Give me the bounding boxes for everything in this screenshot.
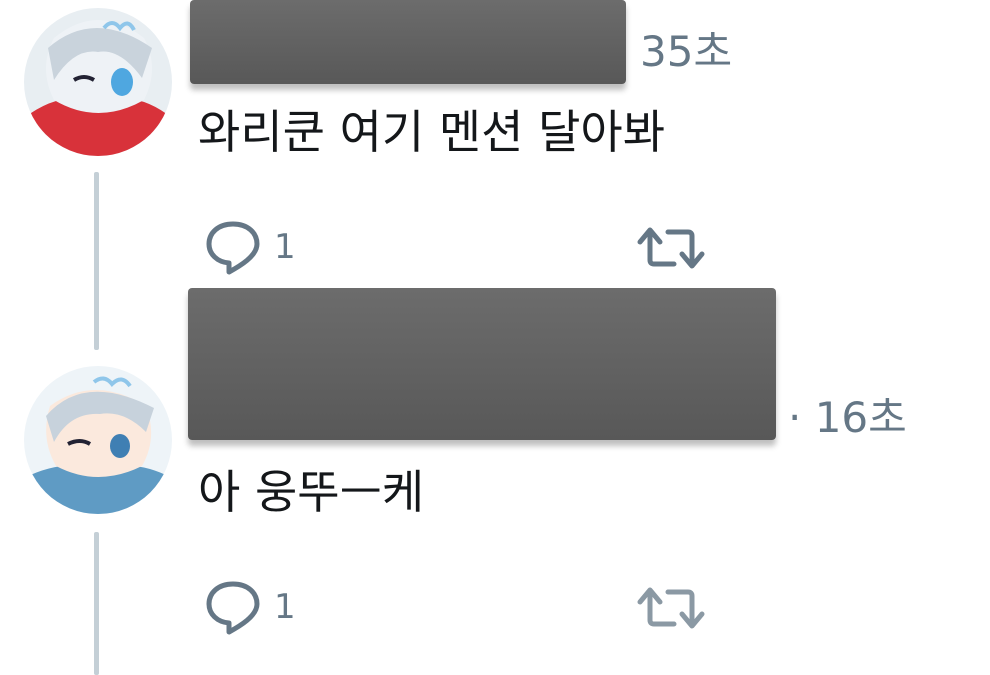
thread-line-bottom [94, 532, 99, 675]
reply-button[interactable]: 1 [204, 578, 296, 636]
tweet-timestamp[interactable]: · 16초 [788, 384, 907, 445]
reply-button[interactable]: 1 [204, 218, 296, 276]
reply-icon [206, 581, 260, 635]
retweet-button[interactable] [636, 580, 706, 636]
redacted-username [190, 0, 626, 84]
redacted-username [188, 288, 776, 440]
tweet-text: 아 웅뚜ㅡ케 [198, 465, 425, 519]
tweet-timestamp[interactable]: 35초 [640, 18, 732, 79]
reply-count: 1 [274, 587, 296, 627]
tweet-text: 와리쿤 여기 멘션 달아봐 [198, 105, 666, 159]
retweet-icon [637, 227, 705, 269]
retweet-icon [637, 587, 705, 629]
reply-icon [206, 221, 260, 275]
avatar[interactable] [24, 8, 172, 156]
avatar-image [24, 8, 172, 156]
retweet-button[interactable] [636, 220, 706, 276]
reply-count: 1 [274, 227, 296, 267]
avatar-image [24, 366, 172, 514]
thread-line-top [94, 172, 99, 350]
avatar[interactable] [24, 366, 172, 514]
